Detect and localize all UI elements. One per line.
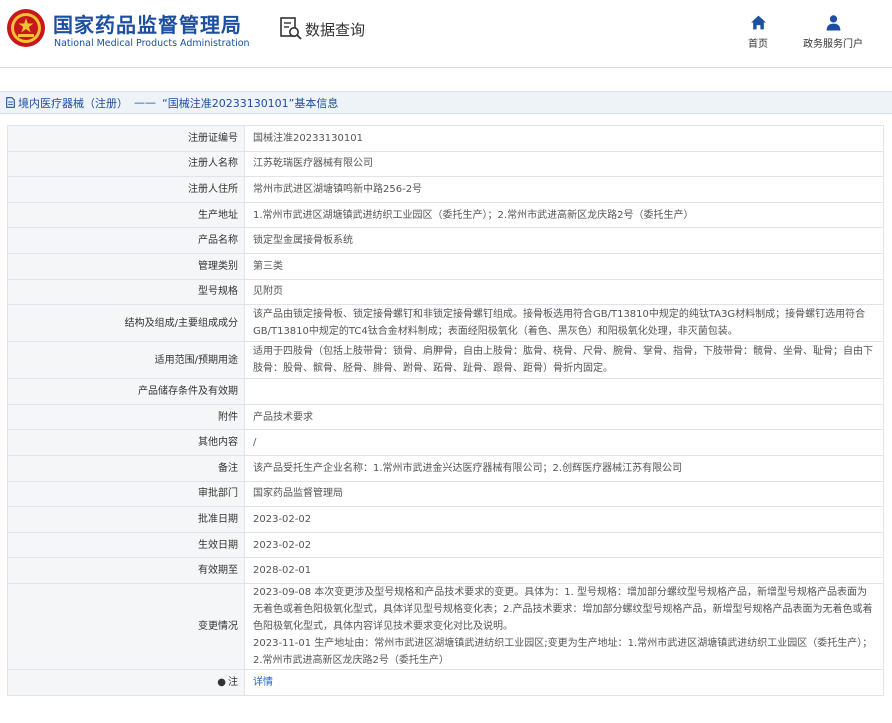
intended-use: 适用于四肢骨（包括上肢带骨：锁骨、肩胛骨，自由上肢骨：肱骨、桡骨、尺骨、腕骨、掌… <box>244 341 884 380</box>
row-label: 产品名称 <box>7 227 245 254</box>
other-content: / <box>244 429 884 456</box>
pin-icon: ● <box>217 676 226 688</box>
product-name: 锁定型金属接骨板系统 <box>244 227 884 254</box>
row-label: 结构及组成/主要组成成分 <box>7 304 245 343</box>
nav-home[interactable]: 首页 <box>738 14 778 50</box>
effective-date: 2023-02-02 <box>244 531 884 559</box>
table-row: 附件 产品技术要求 <box>7 403 884 431</box>
table-row: 备注 该产品受托生产企业名称：1.常州市武进金兴达医疗器械有限公司；2.创辉医疗… <box>7 454 884 482</box>
row-label: 注册人住所 <box>7 176 245 203</box>
row-label: 产品储存条件及有效期 <box>7 378 245 405</box>
production-address: 1.常州市武进区湖塘镇武进纺织工业园区（委托生产）；2.常州市武进高新区龙庆路2… <box>244 201 884 229</box>
row-label: 注册证编号 <box>7 125 245 152</box>
expiry-date: 2028-02-01 <box>244 557 884 584</box>
table-row: 注册证编号 国械注准20233130101 <box>7 125 884 152</box>
table-row: 注册人名称 江苏乾瑞医疗器械有限公司 <box>7 150 884 178</box>
table-row: 型号规格 见附页 <box>7 278 884 306</box>
row-label: 附件 <box>7 403 245 431</box>
row-label: 生产地址 <box>7 201 245 229</box>
site-header: 国家药品监督管理局 National Medical Products Admi… <box>0 0 892 68</box>
home-icon <box>750 15 766 30</box>
table-row: 审批部门 国家药品监督管理局 <box>7 480 884 508</box>
site-title-en: National Medical Products Administration <box>54 38 250 49</box>
change-history: 2023-09-08 本次变更涉及型号规格和产品技术要求的变更。具体为：1. 型… <box>244 582 884 670</box>
table-row: 生产地址 1.常州市武进区湖塘镇武进纺织工业园区（委托生产）；2.常州市武进高新… <box>7 201 884 229</box>
breadcrumb-current: “国械注准20233130101”基本信息 <box>162 96 339 110</box>
data-query-link[interactable]: 数据查询 <box>280 17 365 41</box>
row-label: 备注 <box>7 454 245 482</box>
row-label: 适用范围/预期用途 <box>7 341 245 380</box>
row-label: 其他内容 <box>7 429 245 456</box>
note-label: 注 <box>228 676 238 688</box>
remarks: 该产品受托生产企业名称：1.常州市武进金兴达医疗器械有限公司；2.创辉医疗器械江… <box>244 454 884 482</box>
registrant-address: 常州市武进区湖塘镇鸣新中路256-2号 <box>244 176 884 203</box>
table-row: 有效期至 2028-02-01 <box>7 557 884 584</box>
row-label: 注册人名称 <box>7 150 245 178</box>
national-emblem-logo <box>7 9 45 47</box>
table-row: 产品储存条件及有效期 <box>7 378 884 405</box>
change-entry-2: 2023-11-01 生产地址由：常州市武进区湖塘镇武进纺织工业园区;变更为生产… <box>253 637 873 666</box>
change-entry-1: 2023-09-08 本次变更涉及型号规格和产品技术要求的变更。具体为：1. 型… <box>253 586 873 632</box>
registration-info-table: 注册证编号 国械注准20233130101 注册人名称 江苏乾瑞医疗器械有限公司… <box>7 125 884 696</box>
document-search-icon <box>280 17 302 40</box>
nav-home-label: 首页 <box>748 39 768 50</box>
data-query-label: 数据查询 <box>305 20 366 39</box>
breadcrumb-category-link[interactable]: 境内医疗器械（注册） <box>18 95 128 111</box>
model-spec: 见附页 <box>244 278 884 306</box>
details-link[interactable]: 详情 <box>253 677 273 688</box>
table-row: 注册人住所 常州市武进区湖塘镇鸣新中路256-2号 <box>7 176 884 203</box>
storage-conditions <box>244 378 884 405</box>
document-icon <box>6 97 15 108</box>
approval-department: 国家药品监督管理局 <box>244 480 884 508</box>
note-value: 详情 <box>244 668 884 696</box>
management-category: 第三类 <box>244 252 884 280</box>
nav-portal-label: 政务服务门户 <box>803 39 863 50</box>
breadcrumb: 境内医疗器械（注册） —— “国械注准20233130101”基本信息 <box>0 91 892 114</box>
site-title-cn: 国家药品监督管理局 <box>53 13 242 37</box>
row-label: 批准日期 <box>7 506 245 533</box>
nav-service-portal[interactable]: 政务服务门户 <box>796 14 870 50</box>
table-row: 管理类别 第三类 <box>7 252 884 280</box>
row-label: 管理类别 <box>7 252 245 280</box>
table-row: 变更情况 2023-09-08 本次变更涉及型号规格和产品技术要求的变更。具体为… <box>7 582 884 670</box>
registration-number: 国械注准20233130101 <box>244 125 884 152</box>
row-label: 有效期至 <box>7 557 245 584</box>
note-label-cell: ● 注 <box>7 668 245 696</box>
table-row: 批准日期 2023-02-02 <box>7 506 884 533</box>
user-icon <box>826 15 840 31</box>
registrant-name: 江苏乾瑞医疗器械有限公司 <box>244 150 884 178</box>
attachment: 产品技术要求 <box>244 403 884 431</box>
table-row: 产品名称 锁定型金属接骨板系统 <box>7 227 884 254</box>
approval-date: 2023-02-02 <box>244 506 884 533</box>
breadcrumb-separator: —— <box>134 96 156 109</box>
table-row: 结构及组成/主要组成成分 该产品由锁定接骨板、锁定接骨螺钉和非锁定接骨螺钉组成。… <box>7 304 884 343</box>
row-label: 审批部门 <box>7 480 245 508</box>
table-row: 生效日期 2023-02-02 <box>7 531 884 559</box>
structure-composition: 该产品由锁定接骨板、锁定接骨螺钉和非锁定接骨螺钉组成。接骨板选用符合GB/T13… <box>244 304 884 343</box>
row-label: 变更情况 <box>7 582 245 670</box>
row-label: 生效日期 <box>7 531 245 559</box>
table-row: ● 注 详情 <box>7 668 884 696</box>
row-label: 型号规格 <box>7 278 245 306</box>
table-row: 其他内容 / <box>7 429 884 456</box>
table-row: 适用范围/预期用途 适用于四肢骨（包括上肢带骨：锁骨、肩胛骨，自由上肢骨：肱骨、… <box>7 341 884 380</box>
